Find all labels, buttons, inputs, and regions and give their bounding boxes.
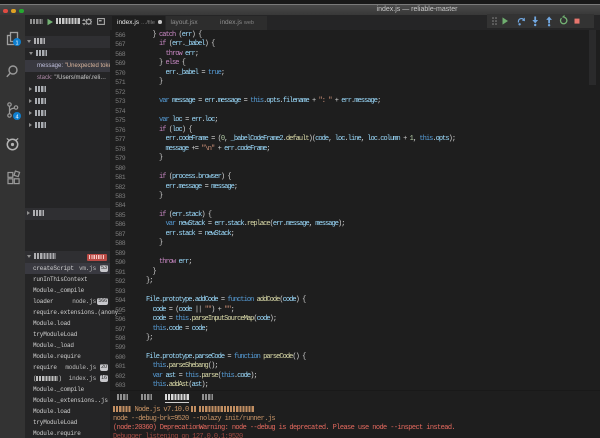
svg-text:4: 4 <box>15 114 18 120</box>
svg-text:1: 1 <box>15 40 18 46</box>
